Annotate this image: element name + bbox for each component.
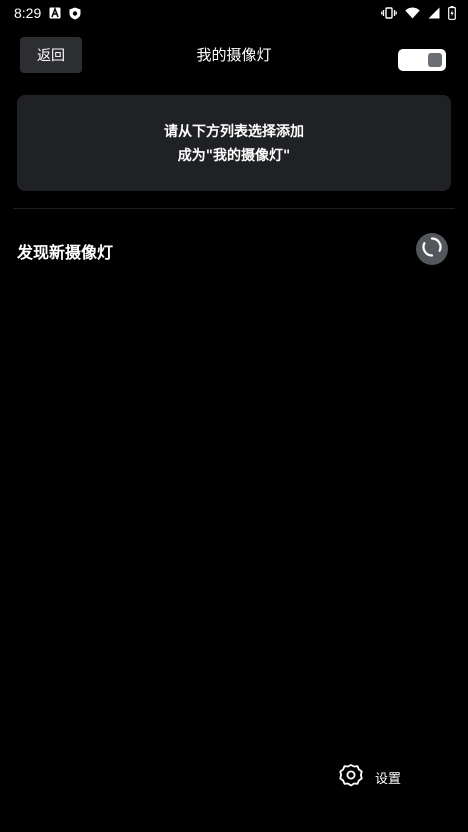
status-time: 8:29 [14,5,42,21]
section-title: 发现新摄像灯 [17,243,114,262]
info-line-1: 请从下方列表选择添加 [164,124,304,140]
screen: 8:29 返回 我的摄像灯 请从下方列表选择添加 成为"我的摄像灯" 发现新摄像… [0,0,468,832]
info-line-2: 成为"我的摄像灯" [177,148,291,164]
text-a-icon [49,7,61,19]
refresh-icon [421,236,443,262]
status-bar: 8:29 [0,0,468,26]
vibrate-icon [381,7,397,19]
refresh-button[interactable] [416,233,448,265]
power-toggle[interactable] [398,49,446,71]
gear-icon [337,761,365,793]
battery-icon [448,6,456,20]
divider [13,208,455,209]
settings-label: 设置 [375,771,402,787]
shield-icon [69,7,81,20]
wifi-icon [405,7,420,19]
status-right [381,6,456,20]
signal-icon [428,7,440,19]
settings-button[interactable]: 设置 [337,763,401,791]
info-card: 请从下方列表选择添加 成为"我的摄像灯" [17,95,451,191]
toggle-knob [428,53,442,67]
status-left: 8:29 [14,5,81,21]
header: 返回 我的摄像灯 [0,36,468,76]
